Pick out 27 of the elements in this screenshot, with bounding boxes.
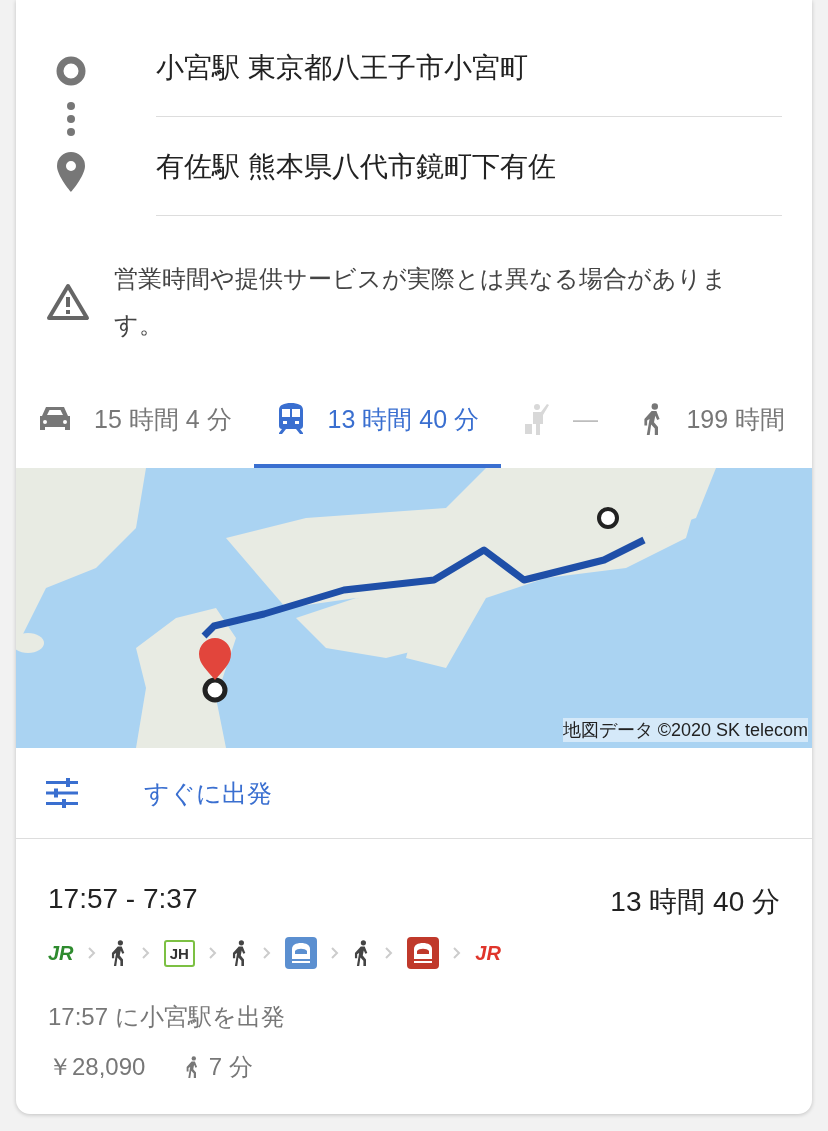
chevron-icon bbox=[385, 947, 394, 959]
pin-icon bbox=[57, 152, 85, 192]
origin-field[interactable]: 小宮駅 東京都八王子市小宮町 bbox=[156, 20, 782, 117]
sliders-icon[interactable] bbox=[46, 778, 78, 808]
notice-text: 営業時間や提供サービスが実際とは異なる場合があります。 bbox=[114, 264, 728, 340]
chevron-icon bbox=[453, 947, 462, 959]
depart-now-link[interactable]: すぐに出発 bbox=[144, 776, 272, 810]
rail-logo: JR bbox=[48, 941, 74, 965]
walk-time: 7 分 bbox=[208, 1052, 253, 1082]
map-attribution: 地図データ ©2020 SK telecom bbox=[562, 718, 808, 742]
rail-logo: JR bbox=[475, 941, 501, 965]
origin-icon bbox=[56, 56, 86, 86]
warning-icon bbox=[46, 283, 90, 321]
departure-text: 17:57 に小宮駅を出発 bbox=[48, 1002, 286, 1032]
hailing-person-icon bbox=[523, 402, 551, 436]
mode-tab[interactable]: 15 時間 4 分 bbox=[16, 374, 254, 468]
route-times: 17:57 - 7:37 bbox=[48, 883, 198, 916]
chevron-icon bbox=[87, 947, 96, 959]
fare-text: ￥28,090 bbox=[48, 1052, 146, 1082]
chevron-icon bbox=[141, 947, 150, 959]
chevron-icon bbox=[331, 947, 340, 959]
chevron-icon bbox=[263, 947, 272, 959]
mode-tab[interactable]: 199 時間 bbox=[620, 374, 808, 468]
destination-field[interactable]: 有佐駅 熊本県八代市鏡町下有佐 bbox=[156, 119, 782, 216]
route-duration: 13 時間 40 分 bbox=[610, 885, 780, 919]
line-badge: JH bbox=[163, 939, 195, 967]
chevron-icon bbox=[208, 947, 217, 959]
